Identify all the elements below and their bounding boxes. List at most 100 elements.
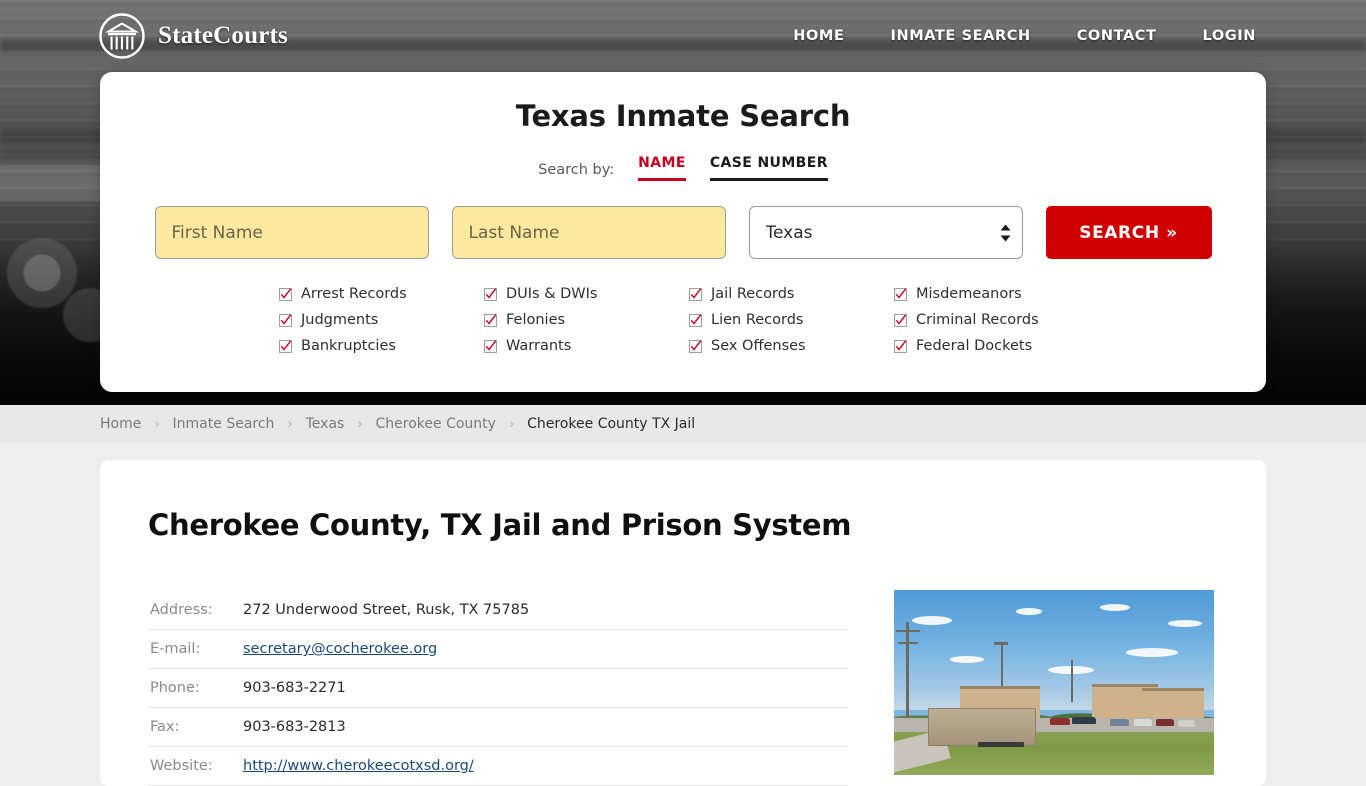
checkbox-label: Federal Dockets: [916, 338, 1032, 354]
checked-checkbox-icon: [279, 314, 292, 327]
checked-checkbox-icon: [894, 340, 907, 353]
photo-bench: [978, 742, 1024, 747]
breadcrumb-item-home[interactable]: Home: [100, 416, 141, 432]
breadcrumb-separator-icon: ›: [154, 417, 159, 432]
checked-checkbox-icon: [689, 314, 702, 327]
detail-label-email: E-mail:: [148, 630, 243, 669]
checked-checkbox-icon: [279, 288, 292, 301]
photo-utility-crossarm: [898, 642, 918, 644]
checkbox-item[interactable]: Arrest Records: [279, 286, 484, 302]
search-fields-row: Texas SEARCH »: [100, 206, 1266, 259]
checkbox-item[interactable]: Misdemeanors: [894, 286, 1099, 302]
table-row: Website: http://www.cherokeecotxsd.org/: [148, 747, 848, 786]
search-by-row: Search by: NAME CASE NUMBER: [100, 155, 1266, 181]
tab-case-number[interactable]: CASE NUMBER: [710, 155, 828, 181]
checkbox-label: Misdemeanors: [916, 286, 1022, 302]
checkbox-item[interactable]: Federal Dockets: [894, 338, 1099, 354]
detail-value-fax: 903-683-2813: [243, 708, 848, 747]
email-link[interactable]: secretary@cocherokee.org: [243, 641, 437, 657]
checked-checkbox-icon: [894, 288, 907, 301]
checkbox-item[interactable]: Judgments: [279, 312, 484, 328]
checked-checkbox-icon: [484, 340, 497, 353]
site-logo[interactable]: StateCourts: [98, 12, 288, 60]
photo-cloud: [1126, 648, 1178, 657]
checkbox-label: Warrants: [506, 338, 571, 354]
checkbox-item[interactable]: Criminal Records: [894, 312, 1099, 328]
checked-checkbox-icon: [279, 340, 292, 353]
photo-cloud: [912, 616, 952, 625]
checked-checkbox-icon: [689, 288, 702, 301]
checkbox-label: Criminal Records: [916, 312, 1039, 328]
photo-cloud: [1168, 620, 1202, 627]
photo-car: [1050, 718, 1070, 725]
facility-details-table: Address: 272 Underwood Street, Rusk, TX …: [148, 590, 848, 786]
photo-utility-crossarm: [896, 630, 920, 632]
main-nav: HOME INMATE SEARCH CONTACT LOGIN: [793, 28, 1256, 44]
photo-antenna: [1071, 660, 1073, 702]
checkbox-item[interactable]: Jail Records: [689, 286, 894, 302]
search-by-label: Search by:: [538, 162, 614, 181]
photo-car: [1072, 717, 1096, 724]
content-card: Cherokee County, TX Jail and Prison Syst…: [100, 460, 1266, 786]
breadcrumb-item-cherokee-county[interactable]: Cherokee County: [376, 416, 496, 432]
detail-value-website: http://www.cherokeecotxsd.org/: [243, 747, 848, 786]
checkbox-label: Jail Records: [711, 286, 794, 302]
checkbox-label: Sex Offenses: [711, 338, 806, 354]
detail-label-website: Website:: [148, 747, 243, 786]
detail-label-address: Address:: [148, 591, 243, 630]
checkbox-label: Felonies: [506, 312, 565, 328]
checkbox-item[interactable]: Bankruptcies: [279, 338, 484, 354]
tab-name[interactable]: NAME: [638, 155, 686, 181]
detail-value-address: 272 Underwood Street, Rusk, TX 75785: [243, 591, 848, 630]
photo-brick-sign: [928, 708, 1036, 746]
checkbox-item[interactable]: Felonies: [484, 312, 689, 328]
first-name-input[interactable]: [155, 206, 429, 259]
checked-checkbox-icon: [894, 314, 907, 327]
checkbox-label: Arrest Records: [301, 286, 407, 302]
photo-light-fixture: [994, 642, 1008, 645]
breadcrumb-item-inmate-search[interactable]: Inmate Search: [173, 416, 275, 432]
hero-banner: COURTHOUSE StateCourts HOME INMATE SEARC…: [0, 0, 1366, 405]
website-link[interactable]: http://www.cherokeecotxsd.org/: [243, 758, 474, 774]
photo-car: [1134, 719, 1152, 726]
brand-name: StateCourts: [158, 22, 288, 50]
checkbox-item[interactable]: Sex Offenses: [689, 338, 894, 354]
table-row: Address: 272 Underwood Street, Rusk, TX …: [148, 591, 848, 630]
nav-item-home[interactable]: HOME: [793, 28, 844, 44]
search-card-title: Texas Inmate Search: [100, 72, 1266, 133]
search-button[interactable]: SEARCH »: [1046, 206, 1212, 259]
breadcrumb-separator-icon: ›: [509, 417, 514, 432]
breadcrumb: Home › Inmate Search › Texas › Cherokee …: [0, 405, 1366, 443]
breadcrumb-item-texas[interactable]: Texas: [306, 416, 345, 432]
photo-car: [1156, 719, 1174, 726]
photo-cloud: [950, 656, 984, 663]
facility-photo: [894, 590, 1214, 775]
checkbox-label: Judgments: [301, 312, 378, 328]
checked-checkbox-icon: [484, 288, 497, 301]
photo-building: [1142, 688, 1204, 720]
last-name-input[interactable]: [452, 206, 726, 259]
photo-utility-pole: [906, 622, 909, 718]
photo-cloud: [1016, 608, 1042, 615]
detail-label-phone: Phone:: [148, 669, 243, 708]
breadcrumb-separator-icon: ›: [357, 417, 362, 432]
checkbox-label: DUIs & DWIs: [506, 286, 597, 302]
detail-value-email: secretary@cocherokee.org: [243, 630, 848, 669]
checked-checkbox-icon: [484, 314, 497, 327]
nav-item-login[interactable]: LOGIN: [1203, 28, 1256, 44]
state-select[interactable]: Texas: [749, 206, 1023, 259]
checkbox-item[interactable]: DUIs & DWIs: [484, 286, 689, 302]
page-title: Cherokee County, TX Jail and Prison Syst…: [148, 508, 1216, 542]
checkbox-label: Lien Records: [711, 312, 803, 328]
nav-item-inmate-search[interactable]: INMATE SEARCH: [890, 28, 1030, 44]
checked-checkbox-icon: [689, 340, 702, 353]
breadcrumb-item-current: Cherokee County TX Jail: [527, 416, 695, 432]
detail-value-phone: 903-683-2271: [243, 669, 848, 708]
checkbox-item[interactable]: Warrants: [484, 338, 689, 354]
table-row: E-mail: secretary@cocherokee.org: [148, 630, 848, 669]
table-row: Phone: 903-683-2271: [148, 669, 848, 708]
checkbox-item[interactable]: Lien Records: [689, 312, 894, 328]
nav-item-contact[interactable]: CONTACT: [1077, 28, 1157, 44]
inmate-search-card: Texas Inmate Search Search by: NAME CASE…: [100, 72, 1266, 392]
top-navigation-bar: StateCourts HOME INMATE SEARCH CONTACT L…: [0, 0, 1366, 72]
